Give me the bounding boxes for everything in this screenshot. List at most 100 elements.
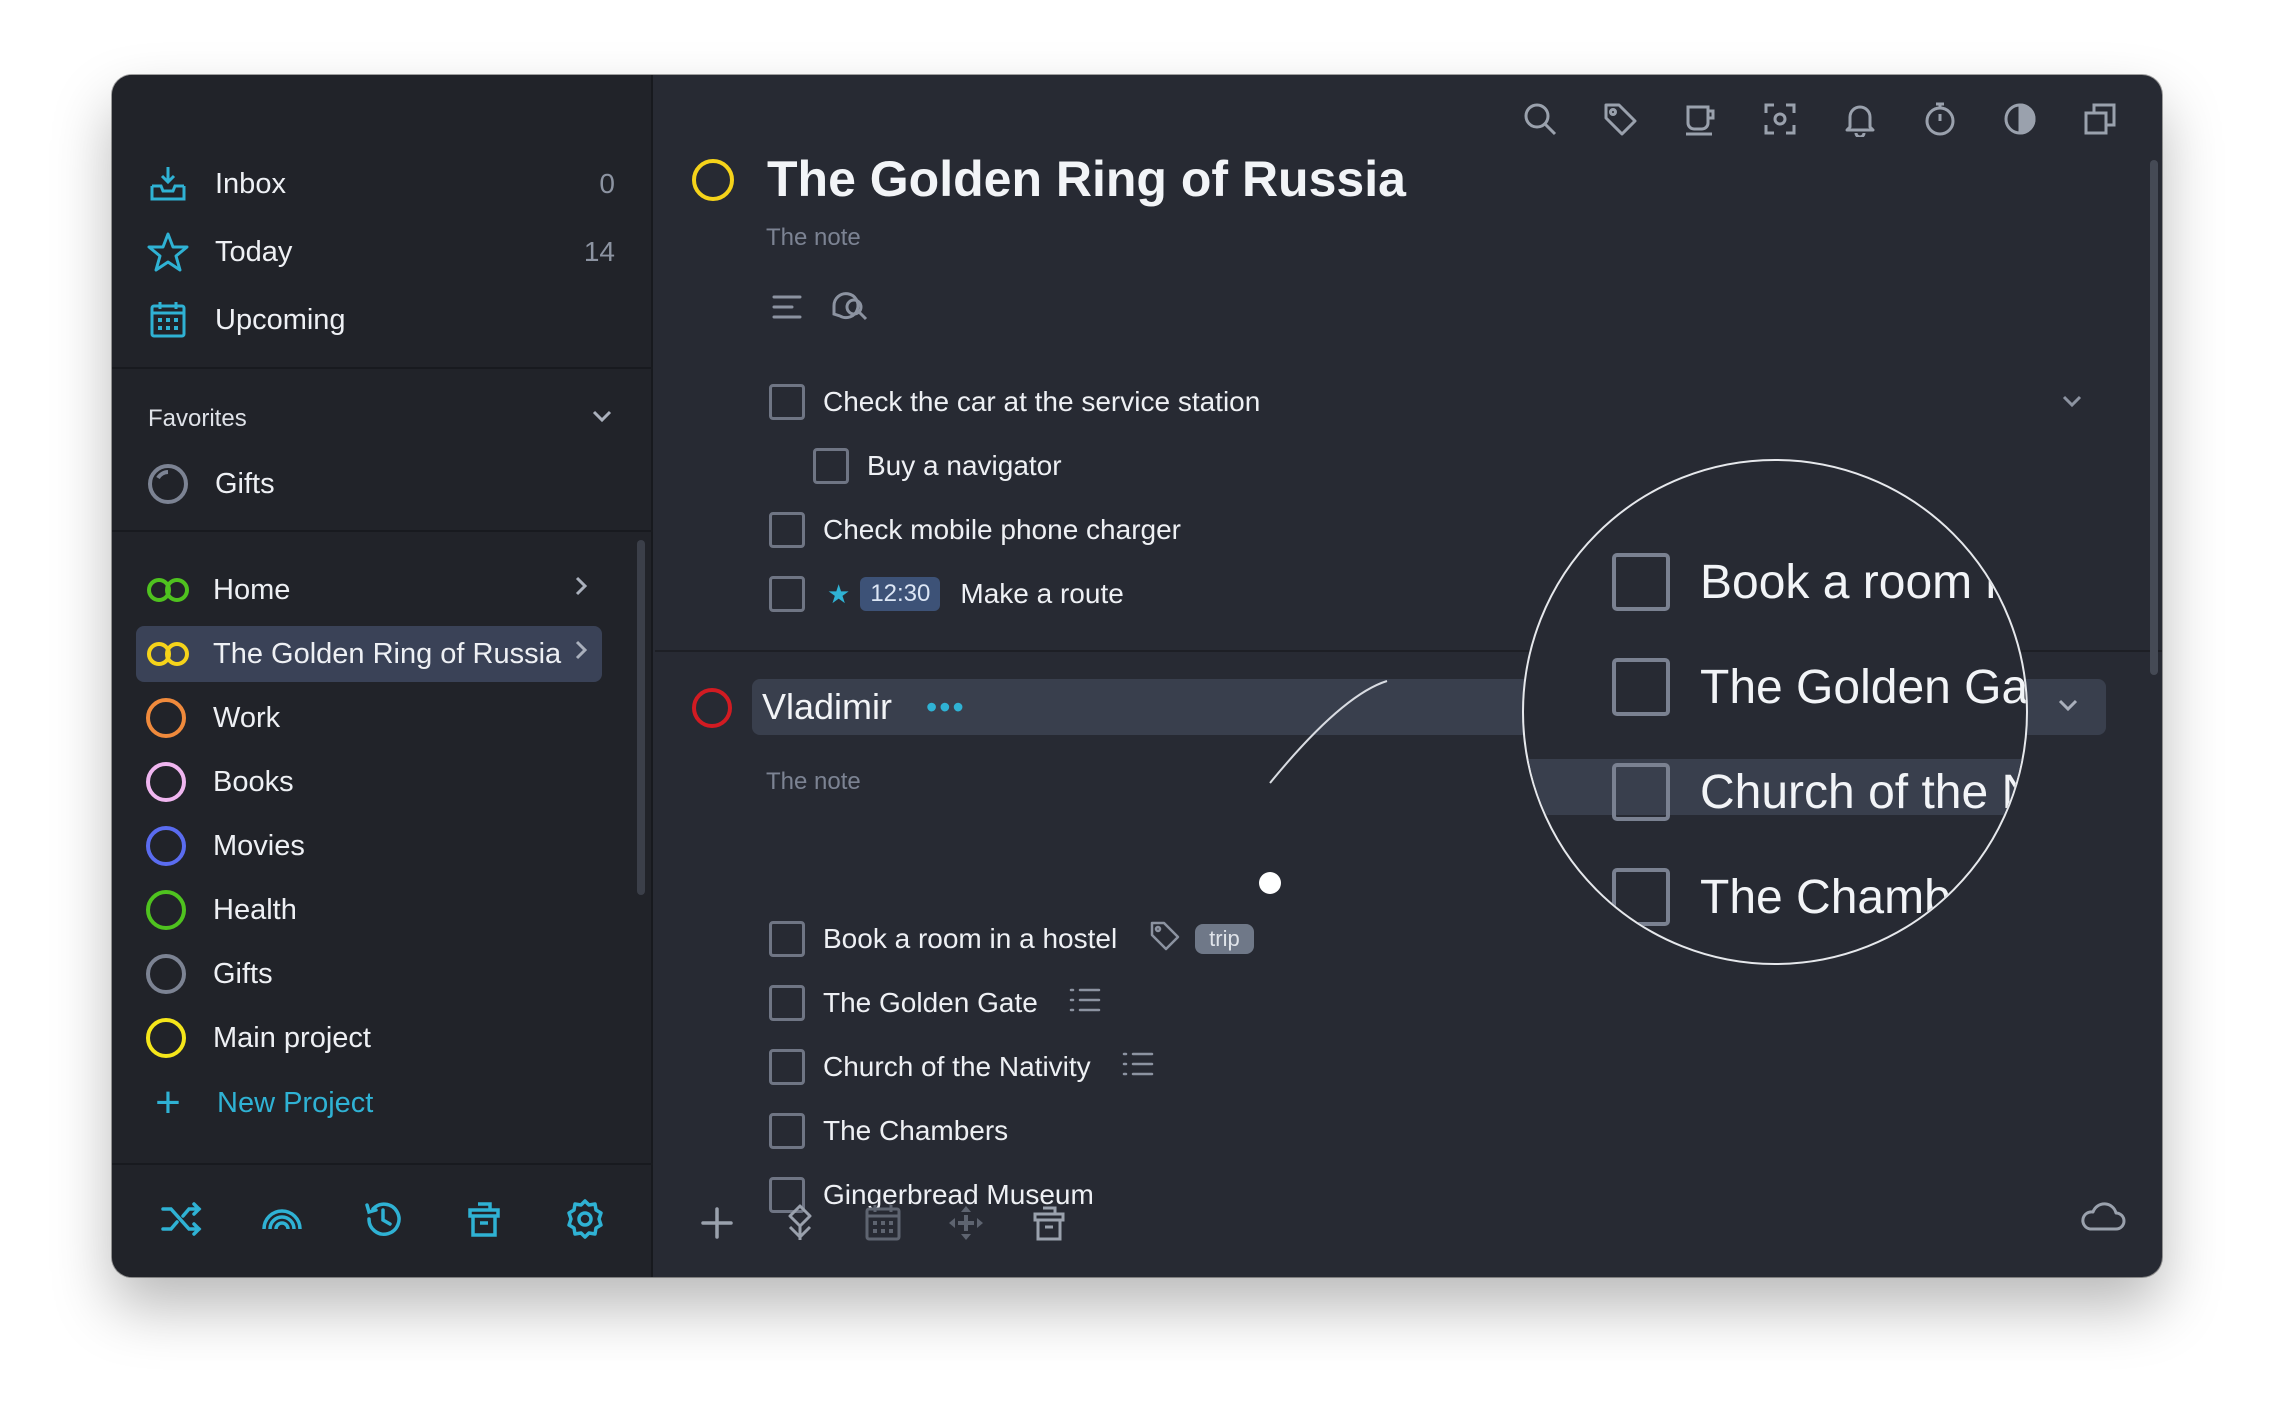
project-item-books[interactable]: Books [136, 754, 602, 810]
search-icon[interactable] [1518, 97, 1562, 141]
task-checkbox[interactable] [769, 921, 805, 957]
main-scrollbar[interactable] [2150, 160, 2158, 675]
heading-progress-ring[interactable] [692, 688, 732, 728]
drag-icon[interactable] [946, 1203, 986, 1248]
project-label: Main project [213, 1021, 371, 1054]
bell-icon[interactable] [1838, 97, 1882, 141]
task-item[interactable]: Buy a navigator [813, 444, 1062, 488]
new-project-label: New Project [217, 1086, 374, 1119]
star-icon [146, 230, 190, 274]
task-label: The Chambers [823, 1115, 1009, 1146]
task-item[interactable]: ★ 12:30 Make a route [769, 572, 1124, 616]
magnified-checkbox [1612, 658, 1670, 716]
magnified-task: Book a room i [1612, 553, 1996, 611]
magnified-checkbox [1612, 763, 1670, 821]
chevron-right-icon[interactable] [570, 573, 592, 607]
more-icon[interactable]: ••• [926, 689, 966, 726]
task-item[interactable]: Church of the Nativity [769, 1045, 1155, 1089]
sidebar-scrollbar[interactable] [637, 540, 645, 895]
chevron-down-icon[interactable] [589, 403, 615, 436]
project-item-gifts[interactable]: Gifts [136, 946, 602, 1002]
magnified-label: The Chamb [1700, 870, 1951, 924]
favorite-item-label: Gifts [215, 467, 275, 500]
move-icon[interactable] [780, 1203, 820, 1248]
search-comments-icon[interactable] [830, 290, 874, 329]
time-badge[interactable]: 12:30 [860, 577, 941, 611]
heading-title[interactable]: Vladimir [762, 686, 892, 728]
project-label: Home [213, 573, 291, 606]
cloud-icon[interactable] [2080, 1199, 2126, 1238]
history-icon[interactable] [361, 1197, 405, 1246]
task-item[interactable]: Check mobile phone charger [769, 508, 1181, 552]
project-label: Work [213, 701, 281, 734]
project-note[interactable]: The note [766, 224, 861, 252]
task-label: Church of the Nativity [823, 1051, 1091, 1082]
project-item-health[interactable]: Health [136, 882, 602, 938]
chevron-right-icon[interactable] [570, 637, 592, 671]
favorites-header[interactable]: Favorites [148, 399, 615, 439]
chevron-down-icon[interactable] [2058, 387, 2086, 420]
project-item-movies[interactable]: Movies [136, 818, 602, 874]
task-checkbox[interactable] [769, 1113, 805, 1149]
project-ring-icon [146, 890, 186, 930]
task-checkbox[interactable] [813, 448, 849, 484]
sidebar-footer [112, 1163, 653, 1277]
timer-icon[interactable] [1918, 97, 1962, 141]
project-item-main[interactable]: Main project [136, 1010, 602, 1066]
magnified-label: Church of the N [1700, 765, 2028, 819]
focus-icon[interactable] [1758, 97, 1802, 141]
new-project-button[interactable]: + New Project [148, 1078, 374, 1127]
task-checkbox[interactable] [769, 384, 805, 420]
top-toolbar [1518, 97, 2122, 141]
sidebar-item-inbox[interactable]: Inbox 0 [146, 156, 615, 212]
project-ring-icon [146, 762, 186, 802]
sidebar-item-label: Inbox [215, 167, 286, 200]
task-label: Buy a navigator [867, 450, 1062, 481]
project-item-work[interactable]: Work [136, 690, 602, 746]
plus-icon: + [155, 1078, 181, 1127]
project-ring-icon [146, 826, 186, 866]
tag-chip[interactable]: trip [1195, 924, 1254, 954]
task-item[interactable]: Book a room in a hostel trip [769, 917, 1254, 961]
linked-rings-icon [146, 576, 190, 604]
checklist-icon [1068, 983, 1102, 1024]
rainbow-icon[interactable] [260, 1197, 304, 1246]
task-item[interactable]: The Chambers [769, 1109, 1008, 1153]
favorite-item-gifts[interactable]: Gifts [146, 456, 615, 512]
sidebar-item-today[interactable]: Today 14 [146, 224, 615, 280]
divider [112, 367, 653, 369]
chevron-down-icon[interactable] [2054, 691, 2082, 724]
settings-icon[interactable] [563, 1197, 607, 1246]
magnified-task: The Chamb [1612, 868, 1951, 926]
tag-icon[interactable] [1598, 97, 1642, 141]
heading-note[interactable]: The note [766, 768, 861, 796]
task-item[interactable]: Check the car at the service station [769, 380, 1260, 424]
task-checkbox[interactable] [769, 576, 805, 612]
trash-icon[interactable] [462, 1197, 506, 1246]
linked-rings-icon [146, 640, 190, 668]
project-progress-ring[interactable] [692, 159, 734, 201]
task-label: Book a room in a hostel [823, 923, 1118, 954]
project-item-golden-ring[interactable]: The Golden Ring of Russia [136, 626, 602, 682]
project-title[interactable]: The Golden Ring of Russia [767, 150, 1406, 208]
contrast-icon[interactable] [1998, 97, 2042, 141]
task-checkbox[interactable] [769, 512, 805, 548]
sidebar: Inbox 0 Today 14 Upcoming Favorites Gift… [112, 75, 653, 1277]
sidebar-item-upcoming[interactable]: Upcoming [146, 292, 615, 348]
checklist-icon [1121, 1047, 1155, 1088]
trash-icon[interactable] [1029, 1203, 1069, 1248]
task-checkbox[interactable] [769, 1049, 805, 1085]
task-checkbox[interactable] [769, 985, 805, 1021]
today-count: 14 [583, 236, 615, 267]
project-item-home[interactable]: Home [136, 562, 602, 618]
task-item[interactable]: The Golden Gate [769, 981, 1102, 1025]
add-icon[interactable] [697, 1203, 737, 1248]
cup-icon[interactable] [1678, 97, 1722, 141]
windows-icon[interactable] [2078, 97, 2122, 141]
list-view-icon[interactable] [770, 290, 804, 329]
task-label: Make a route [960, 578, 1124, 609]
shuffle-icon[interactable] [159, 1197, 203, 1246]
partial-circle-icon [146, 462, 190, 506]
calendar-icon[interactable] [863, 1203, 903, 1248]
magnified-task: Church of the N [1612, 763, 2028, 821]
